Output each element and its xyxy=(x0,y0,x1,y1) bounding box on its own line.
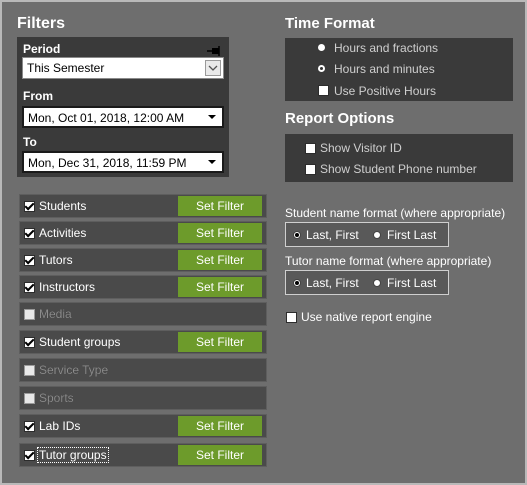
filter-row-service-type: Service Type xyxy=(19,358,267,382)
pin-icon[interactable] xyxy=(207,43,223,56)
use-native-engine-checkbox[interactable] xyxy=(286,312,297,323)
dropdown-arrow-icon[interactable] xyxy=(205,109,221,125)
hours-fractions-radio[interactable] xyxy=(318,44,325,51)
tutor-name-format-group: Last, First First Last xyxy=(285,270,449,295)
lab-ids-label: Lab IDs xyxy=(39,419,81,433)
filter-row-tutor-groups: Tutor groups Set Filter xyxy=(19,443,267,467)
student-last-first-radio[interactable] xyxy=(293,231,301,239)
time-format-panel: Hours and fractions Hours and minutes Us… xyxy=(285,38,513,101)
students-checkbox[interactable] xyxy=(24,201,35,212)
filter-row-activities: Activities Set Filter xyxy=(19,221,267,245)
from-date-value: Mon, Oct 01, 2018, 12:00 AM xyxy=(28,111,185,125)
show-student-phone-label: Show Student Phone number xyxy=(320,162,477,176)
tutor-groups-set-filter-button[interactable]: Set Filter xyxy=(178,445,262,465)
activities-checkbox[interactable] xyxy=(24,228,35,239)
use-native-engine-label: Use native report engine xyxy=(301,310,432,324)
student-name-format-group: Last, First First Last xyxy=(285,222,449,247)
report-options-title: Report Options xyxy=(285,110,395,127)
period-label: Period xyxy=(23,42,61,56)
service-type-checkbox[interactable] xyxy=(24,365,35,376)
sports-label: Sports xyxy=(39,391,74,405)
tutors-checkbox[interactable] xyxy=(24,255,35,266)
show-visitor-id-checkbox[interactable] xyxy=(305,143,316,154)
report-filters-window: Filters Period This Semester From Mon, O… xyxy=(0,0,527,485)
filter-row-students: Students Set Filter xyxy=(19,194,267,218)
student-name-format-label: Student name format (where appropriate) xyxy=(285,206,506,220)
filter-row-student-groups: Student groups Set Filter xyxy=(19,330,267,354)
instructors-label: Instructors xyxy=(39,280,96,294)
date-range-panel: Period This Semester From Mon, Oct 01, 2… xyxy=(17,37,229,177)
filters-title: Filters xyxy=(17,15,66,32)
from-date-input[interactable]: Mon, Oct 01, 2018, 12:00 AM xyxy=(22,106,224,128)
tutor-groups-checkbox[interactable] xyxy=(24,450,35,461)
filter-row-media: Media xyxy=(19,302,267,326)
activities-set-filter-button[interactable]: Set Filter xyxy=(178,223,262,243)
show-visitor-id-label: Show Visitor ID xyxy=(320,141,402,155)
hours-fractions-label: Hours and fractions xyxy=(334,41,439,55)
period-value: This Semester xyxy=(27,61,105,75)
instructors-checkbox[interactable] xyxy=(24,282,35,293)
report-options-panel: Show Visitor ID Show Student Phone numbe… xyxy=(285,134,513,182)
hours-minutes-label: Hours and minutes xyxy=(334,62,435,76)
media-checkbox[interactable] xyxy=(24,309,35,320)
tutor-first-last-radio[interactable] xyxy=(373,279,381,287)
tutor-last-first-label: Last, First xyxy=(306,276,359,290)
tutors-set-filter-button[interactable]: Set Filter xyxy=(178,250,262,270)
lab-ids-set-filter-button[interactable]: Set Filter xyxy=(178,416,262,436)
tutor-groups-label: Tutor groups xyxy=(37,447,109,463)
filter-row-instructors: Instructors Set Filter xyxy=(19,275,267,299)
service-type-label: Service Type xyxy=(39,363,109,377)
filter-row-lab-ids: Lab IDs Set Filter xyxy=(19,414,267,438)
use-positive-hours-checkbox[interactable] xyxy=(318,85,329,96)
chevron-down-icon[interactable] xyxy=(205,60,221,76)
to-date-value: Mon, Dec 31, 2018, 11:59 PM xyxy=(28,156,187,170)
student-groups-checkbox[interactable] xyxy=(24,337,35,348)
period-select[interactable]: This Semester xyxy=(22,57,224,79)
student-last-first-label: Last, First xyxy=(306,228,359,242)
show-student-phone-checkbox[interactable] xyxy=(305,164,316,175)
hours-minutes-radio[interactable] xyxy=(318,65,325,72)
instructors-set-filter-button[interactable]: Set Filter xyxy=(178,277,262,297)
student-groups-set-filter-button[interactable]: Set Filter xyxy=(178,332,262,352)
student-groups-label: Student groups xyxy=(39,335,121,349)
filter-row-sports: Sports xyxy=(19,386,267,410)
tutor-last-first-radio[interactable] xyxy=(293,279,301,287)
tutor-first-last-label: First Last xyxy=(387,276,437,290)
dropdown-arrow-icon[interactable] xyxy=(205,154,221,170)
to-label: To xyxy=(23,135,37,149)
sports-checkbox[interactable] xyxy=(24,393,35,404)
students-set-filter-button[interactable]: Set Filter xyxy=(178,196,262,216)
activities-label: Activities xyxy=(39,226,87,240)
media-label: Media xyxy=(39,307,72,321)
student-first-last-label: First Last xyxy=(387,228,437,242)
to-date-input[interactable]: Mon, Dec 31, 2018, 11:59 PM xyxy=(22,151,224,173)
filter-row-tutors: Tutors Set Filter xyxy=(19,248,267,272)
lab-ids-checkbox[interactable] xyxy=(24,421,35,432)
tutor-name-format-label: Tutor name format (where appropriate) xyxy=(285,254,492,268)
from-label: From xyxy=(23,89,53,103)
tutors-label: Tutors xyxy=(39,253,73,267)
students-label: Students xyxy=(39,199,87,213)
time-format-title: Time Format xyxy=(285,15,375,32)
use-positive-hours-label: Use Positive Hours xyxy=(334,84,437,98)
student-first-last-radio[interactable] xyxy=(373,231,381,239)
